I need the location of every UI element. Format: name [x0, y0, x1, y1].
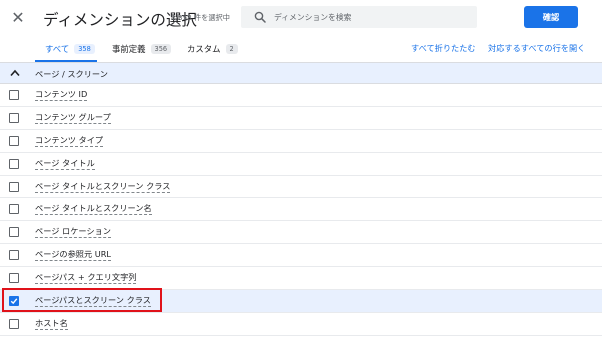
tab-custom[interactable]: カスタム 2: [187, 38, 238, 60]
confirm-button[interactable]: 確認: [524, 6, 578, 28]
tab-label: カスタム: [187, 44, 221, 54]
list-item[interactable]: ページ ロケーション: [0, 221, 602, 245]
list-item[interactable]: コンテンツ ID: [0, 84, 602, 107]
list-item-label: ページ ロケーション: [35, 226, 111, 239]
dimension-list: コンテンツ ID コンテンツ グループ コンテンツ タイプ ページ タイトル ペ…: [0, 84, 602, 336]
expand-rows-link[interactable]: 対応するすべての行を開く: [488, 42, 585, 54]
checkbox[interactable]: [9, 227, 19, 238]
checkbox[interactable]: [9, 250, 19, 261]
selection-count: 1/358 件を選択中: [171, 13, 230, 22]
list-item-selected[interactable]: ページパスとスクリーン クラス: [0, 290, 602, 313]
search-input[interactable]: [274, 9, 470, 25]
list-item-label: コンテンツ ID: [35, 89, 88, 101]
checkbox[interactable]: [9, 90, 19, 100]
tab-predefined[interactable]: 事前定義 356: [112, 38, 172, 60]
list-item[interactable]: ページ タイトルとスクリーン名: [0, 198, 602, 222]
collapse-all-link[interactable]: すべて折りたたむ: [411, 42, 476, 54]
chevron-up-icon[interactable]: [10, 69, 20, 77]
list-item[interactable]: コンテンツ グループ: [0, 107, 602, 130]
list-item-label: ページ タイトルとスクリーン クラス: [35, 180, 171, 193]
checkbox[interactable]: [9, 318, 19, 329]
list-item[interactable]: コンテンツ タイプ: [0, 130, 602, 153]
checkbox[interactable]: [9, 273, 19, 284]
tab-count-badge: 356: [150, 44, 172, 54]
list-item[interactable]: ホスト名: [0, 313, 602, 336]
tab-count-badge: 2: [225, 44, 238, 54]
checkbox-checked[interactable]: [9, 296, 19, 307]
group-header[interactable]: ページ / スクリーン: [0, 62, 602, 84]
list-item[interactable]: ページパス + クエリ文字列: [0, 267, 602, 291]
tab-label: 事前定義: [112, 44, 146, 54]
list-item[interactable]: ページの参照元 URL: [0, 244, 602, 268]
tab-count-badge: 358: [74, 44, 95, 54]
list-item-label: ページパスとスクリーン クラス: [35, 295, 151, 308]
list-item-label: ホスト名: [35, 317, 68, 330]
checkbox[interactable]: [9, 112, 19, 123]
close-icon[interactable]: ✕: [9, 9, 27, 27]
tab-all[interactable]: すべて 358: [45, 38, 95, 60]
list-item-label: ページ タイトルとスクリーン名: [35, 203, 152, 216]
list-item-label: ページ タイトル: [35, 157, 95, 170]
list-item-label: コンテンツ タイプ: [35, 134, 104, 147]
search-box[interactable]: [241, 6, 477, 28]
list-item[interactable]: ページ タイトルとスクリーン クラス: [0, 176, 602, 199]
list-item-label: ページの参照元 URL: [35, 249, 111, 262]
checkbox[interactable]: [9, 204, 19, 215]
tab-label: すべて: [45, 44, 70, 54]
search-icon: [254, 11, 266, 23]
checkmark-icon: [10, 298, 18, 305]
checkbox[interactable]: [9, 158, 19, 169]
checkbox[interactable]: [9, 181, 19, 192]
list-item[interactable]: ページ タイトル: [0, 153, 602, 176]
list-item-label: ページパス + クエリ文字列: [35, 272, 137, 285]
checkbox[interactable]: [9, 135, 19, 146]
list-item-label: コンテンツ グループ: [35, 111, 111, 124]
tab-bar: すべて 358 事前定義 356 カスタム 2 すべて折りたたむ 対応するすべて…: [0, 38, 602, 62]
dialog-header: ✕ ディメンションの選択 1/358 件を選択中 確認: [0, 0, 602, 38]
group-label: ページ / スクリーン: [35, 69, 108, 79]
